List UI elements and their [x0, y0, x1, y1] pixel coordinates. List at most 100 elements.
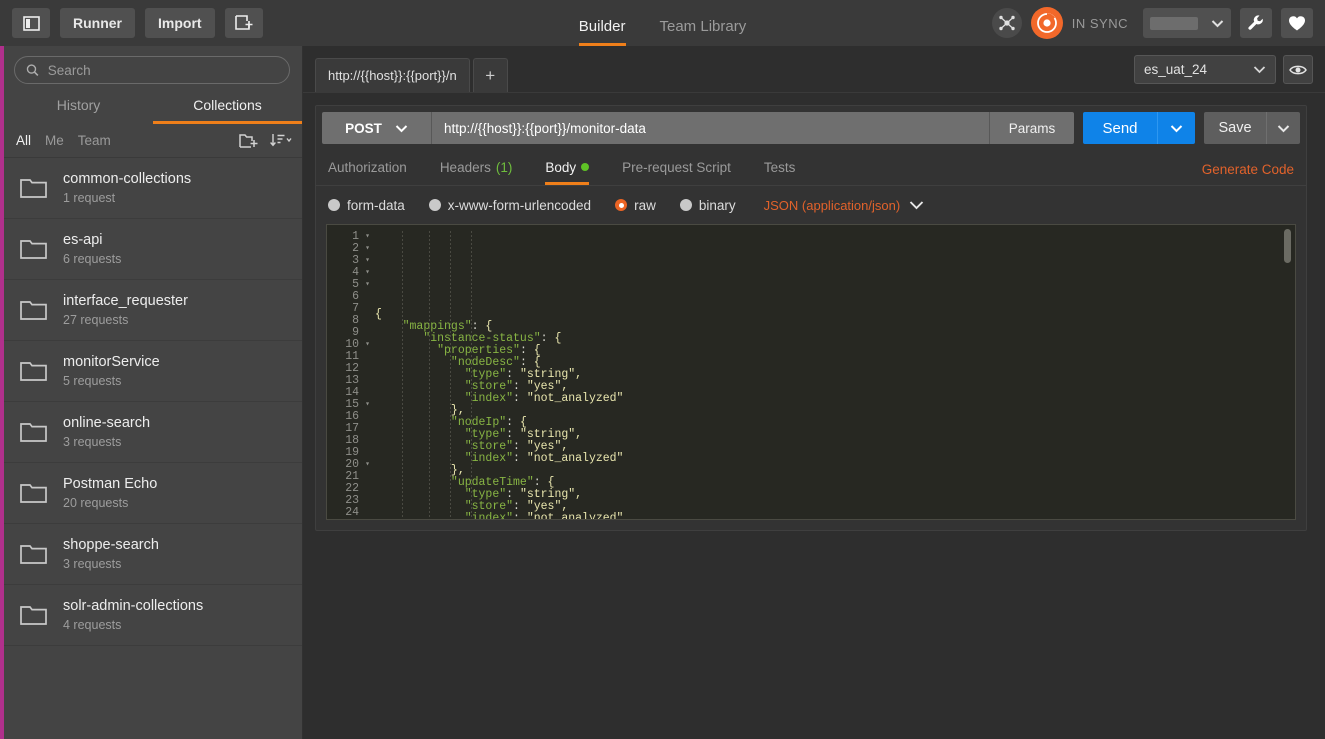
radio-urlencoded[interactable] — [428, 199, 441, 211]
search-box[interactable] — [14, 56, 290, 84]
editor-code-line: "index": "not_analyzed" — [464, 452, 624, 465]
collection-item-shoppe-search[interactable]: shoppe-search 3 requests — [4, 524, 302, 585]
workspace-name-placeholder — [1150, 16, 1198, 30]
radio-raw[interactable] — [615, 199, 628, 211]
favorites-heart-button[interactable] — [1281, 8, 1313, 38]
chevron-down-icon — [1211, 19, 1224, 27]
tab-authorization[interactable]: Authorization — [328, 159, 407, 186]
collection-text: online-search 3 requests — [63, 415, 150, 449]
search-input[interactable] — [47, 62, 278, 78]
collection-item-interface-requester[interactable]: interface_requester 27 requests — [4, 280, 302, 341]
environment-value: es_uat_24 — [1144, 62, 1208, 77]
request-builder-panel: POST Params Send — [315, 105, 1307, 531]
radio-binary[interactable] — [679, 199, 692, 211]
tab-tests[interactable]: Tests — [763, 159, 796, 186]
body-option-binary[interactable]: binary — [679, 197, 736, 213]
body-option-form-data-label: form-data — [347, 197, 405, 213]
sidebar-tab-history[interactable]: History — [4, 93, 153, 124]
sort-icon — [270, 134, 292, 147]
app-body: History Collections All Me Team — [0, 46, 1325, 739]
runner-button[interactable]: Runner — [60, 8, 135, 38]
sidebar-tab-collections[interactable]: Collections — [153, 93, 302, 124]
editor-scrollbar-thumb[interactable] — [1284, 229, 1291, 263]
tab-headers-label: Headers — [439, 159, 491, 175]
tab-body[interactable]: Body — [545, 159, 590, 185]
postman-logo[interactable] — [1030, 7, 1063, 39]
collection-name: monitorService — [63, 353, 160, 370]
tab-builder[interactable]: Builder — [578, 19, 626, 46]
filter-me[interactable]: Me — [45, 133, 64, 148]
body-option-raw[interactable]: raw — [615, 198, 656, 213]
folder-icon — [20, 239, 47, 259]
settings-wrench-button[interactable] — [1240, 8, 1272, 38]
environment-selector[interactable]: es_uat_24 — [1134, 55, 1276, 84]
send-options-button[interactable] — [1157, 112, 1195, 144]
folder-icon — [20, 544, 47, 564]
tab-authorization-label: Authorization — [328, 159, 407, 175]
url-input[interactable] — [432, 112, 989, 144]
editor-code-line: { — [375, 308, 382, 321]
workspace-selector[interactable] — [1143, 8, 1231, 38]
editor-vertical-scrollbar[interactable] — [1284, 229, 1291, 515]
collection-request-count: 27 requests — [63, 312, 129, 327]
heart-icon — [1289, 15, 1305, 30]
save-button[interactable]: Save — [1204, 112, 1266, 144]
generate-code-link[interactable]: Generate Code — [1202, 162, 1294, 185]
collection-item-postman-echo[interactable]: Postman Echo 20 requests — [4, 463, 302, 524]
send-button-group: Send — [1083, 112, 1195, 144]
body-option-binary-label: binary — [698, 197, 736, 213]
collection-request-count: 20 requests — [63, 495, 129, 510]
tab-pre-request-script[interactable]: Pre-request Script — [622, 159, 731, 186]
collection-request-count: 3 requests — [63, 556, 122, 571]
params-button[interactable]: Params — [989, 112, 1074, 144]
body-type-options: form-data x-www-form-urlencoded raw bina… — [316, 186, 1306, 224]
postman-app-window: Runner Import Builder Team Library IN SY… — [0, 0, 1325, 739]
collection-item-solr-admin-collections[interactable]: solr-admin-collections 4 requests — [4, 585, 302, 646]
wrench-icon — [1248, 15, 1263, 30]
collection-request-count: 5 requests — [63, 373, 122, 388]
request-tabs-strip: http://{{host}}:{{port}}/n + es_uat_24 — [303, 46, 1325, 93]
body-option-urlencoded[interactable]: x-www-form-urlencoded — [428, 197, 592, 213]
request-tab[interactable]: http://{{host}}:{{port}}/n — [315, 58, 470, 92]
collection-item-monitorservice[interactable]: monitorService 5 requests — [4, 341, 302, 402]
collection-item-common-collections[interactable]: common-collections 1 request — [4, 158, 302, 219]
new-tab-button[interactable] — [224, 8, 263, 38]
editor-code-area[interactable]: { "mappings": { "instance-status": { "pr… — [375, 225, 1295, 519]
tab-team-library[interactable]: Team Library — [660, 19, 747, 46]
collection-item-online-search[interactable]: online-search 3 requests — [4, 402, 302, 463]
content-type-selector[interactable]: JSON (application/json) — [764, 198, 925, 213]
request-body-editor[interactable]: 1 ▾ 2 ▾ 3 ▾ 4 ▾ 5 ▾ 6 7 8 9 10 ▾ 11 12 13 14 15 ▾ 16 17 18 19 20 ▾ 2… — [326, 224, 1296, 520]
tab-body-label: Body — [545, 159, 577, 175]
body-option-form-data[interactable]: form-data — [328, 198, 405, 213]
tab-pre-request-script-label: Pre-request Script — [622, 159, 731, 175]
collection-item-es-api[interactable]: es-api 6 requests — [4, 219, 302, 280]
filter-team[interactable]: Team — [78, 133, 111, 148]
collection-request-count: 6 requests — [63, 251, 122, 266]
content-type-label: JSON (application/json) — [763, 197, 901, 213]
editor-code-lines: { "mappings": { "instance-status": { "pr… — [375, 308, 1295, 520]
filter-all[interactable]: All — [16, 133, 31, 148]
sort-button[interactable] — [270, 133, 292, 148]
collection-name: interface_requester — [63, 292, 188, 309]
save-options-button[interactable] — [1266, 112, 1300, 144]
environment-quick-look-button[interactable] — [1283, 55, 1313, 84]
new-folder-button[interactable] — [239, 133, 258, 149]
body-option-urlencoded-label: x-www-form-urlencoded — [447, 197, 592, 213]
method-selector[interactable]: POST — [322, 112, 432, 144]
tab-tests-label: Tests — [763, 159, 796, 175]
import-button[interactable]: Import — [145, 8, 215, 38]
sidebar-toggle-button[interactable] — [12, 8, 50, 38]
add-request-tab-button[interactable]: + — [472, 58, 508, 92]
network-status-button[interactable] — [991, 8, 1022, 38]
collection-text: es-api 6 requests — [63, 232, 121, 266]
send-button[interactable]: Send — [1083, 112, 1157, 144]
new-folder-icon — [239, 133, 258, 148]
collection-name: solr-admin-collections — [63, 597, 204, 614]
tab-headers[interactable]: Headers (1) — [439, 159, 513, 186]
folder-icon — [20, 361, 47, 381]
radio-form-data[interactable] — [328, 199, 340, 211]
collection-text: interface_requester 27 requests — [63, 293, 188, 327]
top-toolbar-right: IN SYNC — [991, 7, 1313, 39]
method-label: POST — [345, 120, 382, 136]
postman-logo-icon — [1036, 13, 1057, 33]
